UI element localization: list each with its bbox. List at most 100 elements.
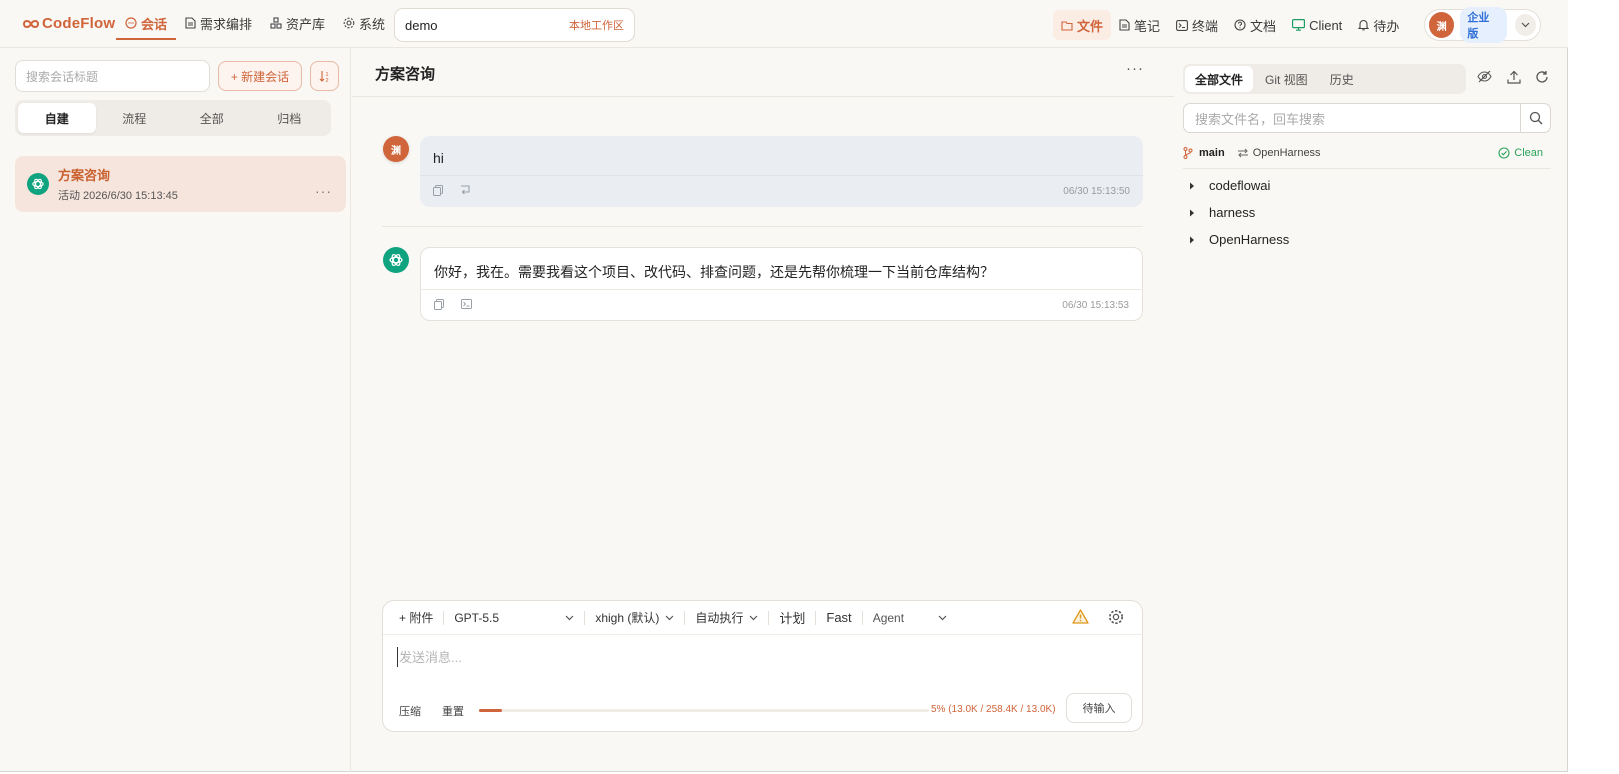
nav-item-chat[interactable]: 会话: [116, 0, 177, 46]
chevron-down-icon[interactable]: [1514, 14, 1536, 36]
tool-label: 终端: [1192, 18, 1219, 34]
tree-folder[interactable]: OpenHarness: [1189, 226, 1549, 253]
file-tree: codeflowai harness OpenHarness: [1189, 172, 1549, 253]
repo-name[interactable]: OpenHarness: [1253, 147, 1321, 159]
tab-archived[interactable]: 归档: [251, 103, 329, 133]
plan-toggle[interactable]: 计划: [779, 608, 805, 627]
refresh-icon[interactable]: [1535, 70, 1549, 84]
chat-panel: 方案咨询 ··· 渊 hi 06/30 15:13:50 你好，我在。需要我看这…: [352, 48, 1174, 772]
reset-button[interactable]: 重置: [442, 703, 464, 719]
nav-label: 系统: [359, 16, 386, 32]
folder-name: OpenHarness: [1209, 232, 1290, 247]
context-usage-text: 5% (13.0K / 258.4K / 13.0K): [931, 704, 1056, 715]
status-text: Clean: [1514, 147, 1543, 159]
composer-toolbar: + 附件 GPT-5.5 xhigh (默认) 自动执行 计划 Fast Age…: [383, 601, 1142, 635]
terminal-icon[interactable]: [461, 299, 472, 309]
warning-icon[interactable]: [1072, 609, 1090, 627]
divider: [684, 610, 686, 625]
exec-mode-select[interactable]: 自动执行: [695, 609, 758, 626]
caret-right-icon: [1189, 236, 1209, 244]
tool-files[interactable]: 文件: [1053, 10, 1112, 40]
tool-label: 笔记: [1134, 18, 1161, 34]
tab-git-view[interactable]: Git 视图: [1255, 66, 1318, 92]
tool-notes[interactable]: 笔记: [1111, 10, 1168, 40]
folder-name: harness: [1209, 205, 1256, 220]
tool-client[interactable]: Client: [1284, 10, 1350, 40]
divider: [861, 610, 863, 625]
compress-button[interactable]: 压缩: [399, 703, 421, 719]
settings-icon[interactable]: [1108, 609, 1126, 627]
edition-badge: 企业版: [1460, 7, 1507, 43]
app-window: CodeFlow 会话 需求编排 资产库 系统 demo 本地工作区 文件 笔记…: [0, 0, 1568, 772]
tab-own[interactable]: 自建: [18, 103, 96, 133]
divider: [1183, 168, 1551, 169]
exec-mode-label: 自动执行: [695, 611, 744, 625]
conversation-search-input[interactable]: 搜索会话标题: [15, 60, 210, 92]
agent-label: Agent: [872, 610, 905, 625]
tool-bar: 文件 笔记 终端 文档 Client 待办: [1053, 10, 1407, 40]
fast-toggle[interactable]: Fast: [826, 610, 851, 625]
logo-mark-icon: [22, 18, 40, 30]
nav-item-system[interactable]: 系统: [334, 0, 394, 46]
tab-history[interactable]: 历史: [1320, 66, 1364, 92]
more-icon[interactable]: ···: [315, 183, 332, 199]
logo-text: CodeFlow: [42, 15, 116, 32]
copy-icon[interactable]: [434, 299, 444, 310]
workspace-name: demo: [405, 17, 438, 33]
divider: [443, 610, 445, 625]
upload-icon[interactable]: [1507, 70, 1521, 84]
message-time: 06/30 15:13:53: [1062, 300, 1129, 311]
avatar[interactable]: 渊: [1429, 12, 1455, 38]
app-logo[interactable]: CodeFlow: [22, 15, 115, 32]
nav-label: 资产库: [286, 16, 326, 32]
main-nav: 会话 需求编排 资产库 系统: [116, 0, 394, 46]
bell-icon: [1358, 19, 1370, 31]
tab-all[interactable]: 全部: [173, 103, 251, 133]
nav-item-assets[interactable]: 资产库: [261, 0, 334, 46]
gear-icon: [343, 17, 355, 29]
copy-icon[interactable]: [433, 185, 443, 196]
send-button[interactable]: 待输入: [1066, 693, 1132, 723]
reply-icon[interactable]: [460, 185, 471, 195]
message-input[interactable]: [397, 647, 1097, 667]
assistant-avatar: [383, 247, 409, 273]
agent-select[interactable]: Agent: [873, 611, 947, 625]
page-title: 方案咨询: [375, 66, 436, 83]
chevron-down-icon: [665, 615, 674, 621]
effort-select[interactable]: xhigh (默认): [595, 609, 674, 626]
model-select[interactable]: GPT-5.5: [454, 611, 574, 625]
tool-todo[interactable]: 待办: [1350, 10, 1407, 40]
attach-button[interactable]: + 附件: [399, 609, 433, 626]
context-usage-bar: [479, 709, 929, 712]
tree-folder[interactable]: codeflowai: [1189, 172, 1549, 199]
branch-icon: [1183, 147, 1193, 159]
file-panel: 全部文件 Git 视图 历史 搜索文件名，回车搜索 main OpenHarne…: [1175, 48, 1568, 772]
nav-item-requirements[interactable]: 需求编排: [176, 0, 261, 46]
message-composer: + 附件 GPT-5.5 xhigh (默认) 自动执行 计划 Fast Age…: [382, 600, 1143, 732]
eye-off-icon[interactable]: [1477, 70, 1492, 83]
new-conversation-button[interactable]: + 新建会话: [218, 61, 302, 91]
help-icon: [1234, 19, 1246, 31]
asset-icon: [270, 17, 282, 29]
workspace-selector[interactable]: demo 本地工作区: [394, 8, 635, 42]
avatar: 渊: [383, 136, 409, 162]
effort-label: xhigh (默认): [595, 611, 660, 625]
top-bar: CodeFlow 会话 需求编排 资产库 系统 demo 本地工作区 文件 笔记…: [0, 0, 1568, 48]
tab-all-files[interactable]: 全部文件: [1185, 66, 1254, 92]
tab-flow[interactable]: 流程: [96, 103, 174, 133]
file-search-input[interactable]: 搜索文件名，回车搜索: [1183, 103, 1551, 133]
nav-label: 需求编排: [200, 16, 253, 32]
chevron-down-icon: [565, 615, 574, 621]
chevron-down-icon: [938, 615, 947, 621]
tool-terminal[interactable]: 终端: [1168, 10, 1226, 40]
user-menu[interactable]: 渊 企业版: [1424, 7, 1541, 43]
search-icon[interactable]: [1520, 104, 1550, 132]
conversation-item[interactable]: 方案咨询 活动 2026/6/30 15:13:45 ···: [15, 156, 346, 212]
tree-folder[interactable]: harness: [1189, 199, 1549, 226]
sort-button[interactable]: 12: [310, 61, 339, 91]
more-icon[interactable]: ···: [1126, 60, 1144, 77]
user-message: hi 06/30 15:13:50: [420, 136, 1143, 207]
tool-docs[interactable]: 文档: [1226, 10, 1284, 40]
branch-name[interactable]: main: [1199, 147, 1225, 159]
folder-name: codeflowai: [1209, 178, 1271, 193]
